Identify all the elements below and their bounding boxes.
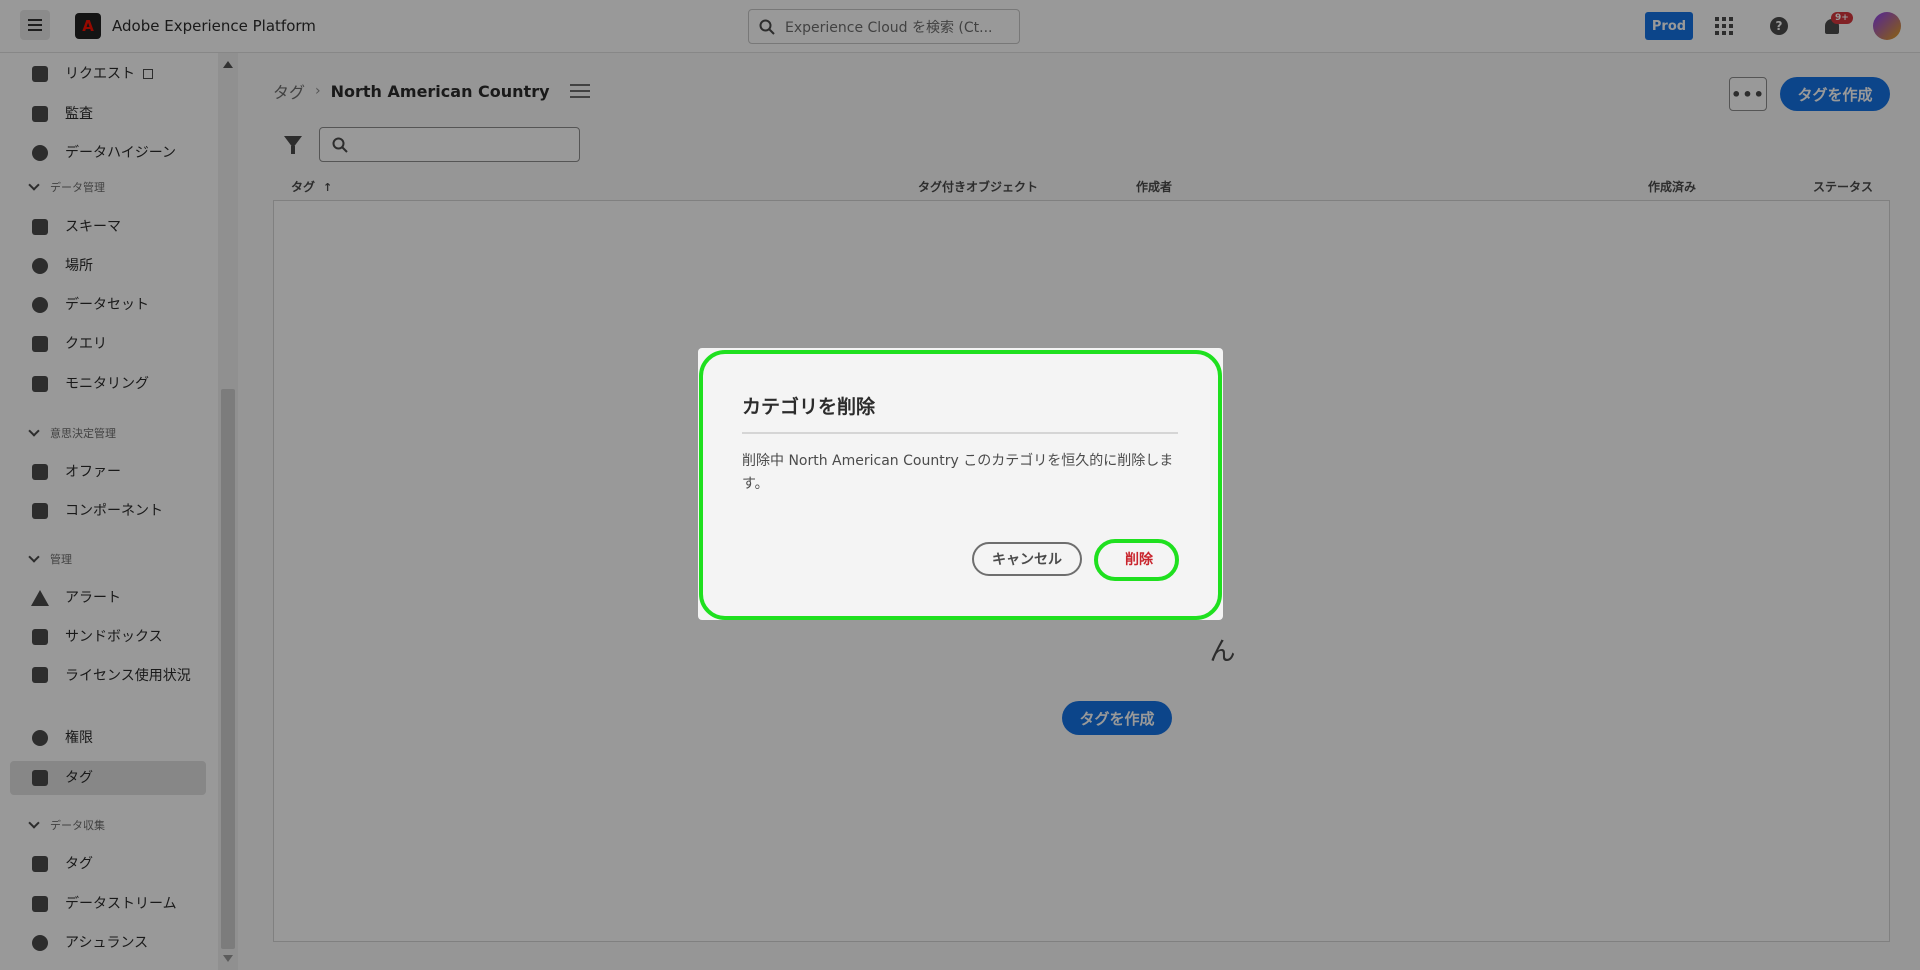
delete-button[interactable]: 削除 [1098, 542, 1180, 576]
delete-category-dialog: カテゴリを削除 削除中 North American Country このカテゴ… [698, 348, 1223, 620]
dialog-title: カテゴリを削除 [742, 396, 876, 418]
cancel-button[interactable]: キャンセル [972, 542, 1082, 576]
dialog-body: 削除中 North American Country このカテゴリを恒久的に削除… [742, 453, 1174, 492]
dialog-divider [742, 432, 1178, 434]
